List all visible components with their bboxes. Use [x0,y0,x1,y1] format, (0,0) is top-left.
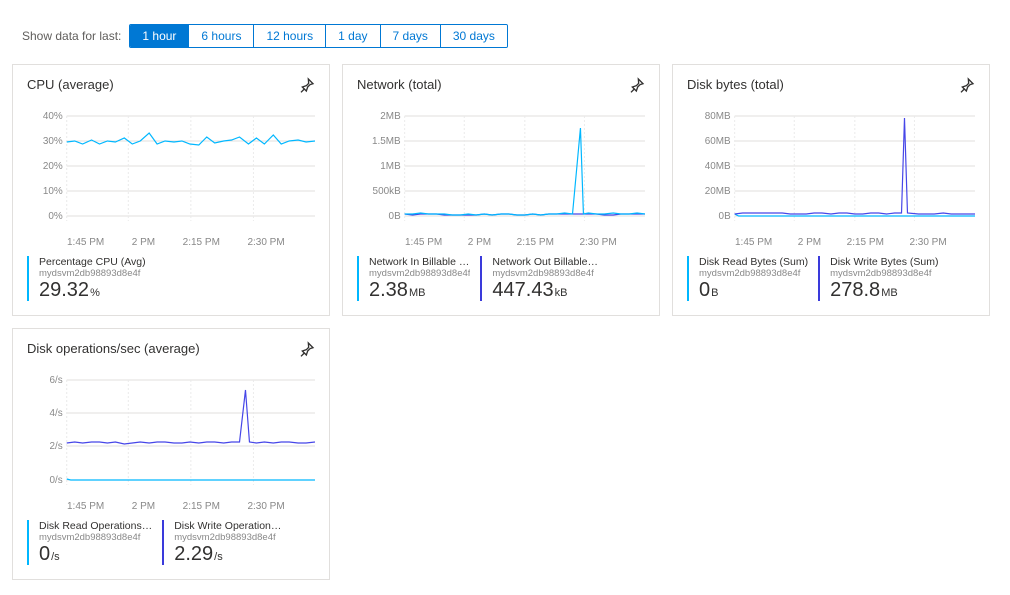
metric-sublabel: mydsvm2db98893d8e4f [39,532,152,543]
time-tab-7days[interactable]: 7 days [381,25,441,47]
x-tick-label: 2:30 PM [909,237,946,248]
y-tick-label: 1MB [380,161,401,172]
chart-cpu[interactable]: 40% 30% 20% 10% 0% [27,101,315,231]
metric-sublabel: mydsvm2db98893d8e4f [39,268,146,279]
metric-label: Disk Read Bytes (Sum) [699,256,808,268]
y-tick-label: 1.5MB [372,136,401,147]
y-tick-label: 500kB [373,186,401,197]
y-tick-label: 4/s [50,408,63,419]
chart-disk-ops[interactable]: 6/s 4/s 2/s 0/s [27,365,315,495]
y-tick-label: 2/s [50,441,63,452]
metric-disk-read-bytes: Disk Read Bytes (Sum) mydsvm2db98893d8e4… [687,256,818,301]
y-tick-label: 80MB [705,111,731,122]
tile-title-disk-bytes: Disk bytes (total) [687,77,784,92]
metric-label: Disk Write Bytes (Sum) [830,256,938,268]
y-tick-label: 0/s [50,475,63,486]
y-tick-label: 6/s [50,375,63,386]
x-tick-label: 2 PM [132,237,155,248]
metric-network-out: Network Out Billable… mydsvm2db98893d8e4… [480,256,608,301]
time-tab-1hour[interactable]: 1 hour [130,25,189,47]
x-tick-label: 2:15 PM [183,501,220,512]
x-axis: 1:45 PM 2 PM 2:15 PM 2:30 PM [687,235,975,256]
pin-icon[interactable] [299,77,315,93]
tile-title-network: Network (total) [357,77,442,92]
metric-value: 447.43kB [492,279,598,301]
metric-label: Disk Read Operations… [39,520,152,532]
metric-sublabel: mydsvm2db98893d8e4f [699,268,808,279]
x-tick-label: 1:45 PM [735,237,772,248]
y-tick-label: 0B [389,211,401,222]
metric-label: Percentage CPU (Avg) [39,256,146,268]
x-tick-label: 2:15 PM [517,237,554,248]
x-tick-label: 2 PM [798,237,821,248]
metric-value: 0B [699,279,808,301]
x-axis: 1:45 PM 2 PM 2:15 PM 2:30 PM [27,499,315,520]
metric-value: 0/s [39,543,152,565]
x-tick-label: 2:15 PM [183,237,220,248]
time-tab-12hours[interactable]: 12 hours [254,25,326,47]
y-tick-label: 60MB [705,136,731,147]
y-tick-label: 0% [48,211,62,222]
tile-title-cpu: CPU (average) [27,77,114,92]
y-tick-label: 40MB [705,161,731,172]
x-tick-label: 2:30 PM [247,501,284,512]
y-tick-label: 30% [43,136,63,147]
x-tick-label: 1:45 PM [67,237,104,248]
chart-network[interactable]: 2MB 1.5MB 1MB 500kB 0B [357,101,645,231]
time-range-tabs: 1 hour 6 hours 12 hours 1 day 7 days 30 … [129,24,508,48]
metric-sublabel: mydsvm2db98893d8e4f [174,532,281,543]
y-tick-label: 10% [43,186,63,197]
metric-cpu-percentage: Percentage CPU (Avg) mydsvm2db98893d8e4f… [27,256,156,301]
pin-icon[interactable] [959,77,975,93]
metric-sublabel: mydsvm2db98893d8e4f [369,268,470,279]
metric-sublabel: mydsvm2db98893d8e4f [492,268,598,279]
metric-value: 2.38MB [369,279,470,301]
x-axis: 1:45 PM 2 PM 2:15 PM 2:30 PM [27,235,315,256]
metrics-tiles-grid: CPU (average) 40% 30% 20% 10% 0% [12,64,998,580]
metric-network-in: Network In Billable … mydsvm2db98893d8e4… [357,256,480,301]
time-tab-1day[interactable]: 1 day [326,25,380,47]
metric-disk-read-ops: Disk Read Operations… mydsvm2db98893d8e4… [27,520,162,565]
y-tick-label: 0B [719,211,731,222]
time-filter-row: Show data for last: 1 hour 6 hours 12 ho… [22,24,998,48]
metric-label: Disk Write Operation… [174,520,281,532]
time-filter-label: Show data for last: [22,29,121,43]
y-tick-label: 2MB [380,111,401,122]
metric-value: 2.29/s [174,543,281,565]
tile-cpu: CPU (average) 40% 30% 20% 10% 0% [12,64,330,316]
x-tick-label: 2:30 PM [247,237,284,248]
x-tick-label: 1:45 PM [67,501,104,512]
x-axis: 1:45 PM 2 PM 2:15 PM 2:30 PM [357,235,645,256]
metric-sublabel: mydsvm2db98893d8e4f [830,268,938,279]
x-tick-label: 2:30 PM [579,237,616,248]
tile-title-disk-ops: Disk operations/sec (average) [27,341,200,356]
metric-label: Network In Billable … [369,256,470,268]
chart-disk-bytes[interactable]: 80MB 60MB 40MB 20MB 0B [687,101,975,231]
series-disk-read-ops [67,479,315,480]
x-tick-label: 1:45 PM [405,237,442,248]
time-tab-6hours[interactable]: 6 hours [189,25,254,47]
pin-icon[interactable] [629,77,645,93]
x-tick-label: 2 PM [468,237,491,248]
tile-network: Network (total) 2MB 1.5MB 1MB 500kB 0B [342,64,660,316]
series-cpu [67,133,315,145]
metric-value: 29.32% [39,279,146,301]
y-tick-label: 20MB [705,186,731,197]
y-tick-label: 20% [43,161,63,172]
metric-label: Network Out Billable… [492,256,598,268]
x-tick-label: 2 PM [132,501,155,512]
tile-disk-bytes: Disk bytes (total) 80MB 60MB 40MB 20MB 0… [672,64,990,316]
time-tab-30days[interactable]: 30 days [441,25,507,47]
tile-disk-ops: Disk operations/sec (average) 6/s 4/s 2/… [12,328,330,580]
metric-disk-write-ops: Disk Write Operation… mydsvm2db98893d8e4… [162,520,291,565]
pin-icon[interactable] [299,341,315,357]
x-tick-label: 2:15 PM [847,237,884,248]
metric-disk-write-bytes: Disk Write Bytes (Sum) mydsvm2db98893d8e… [818,256,948,301]
metric-value: 278.8MB [830,279,938,301]
y-tick-label: 40% [43,111,63,122]
